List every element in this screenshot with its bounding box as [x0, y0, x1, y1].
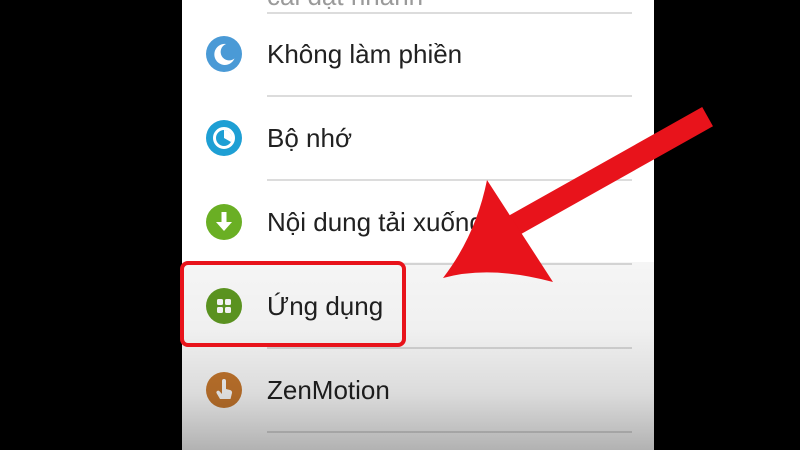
download-icon — [206, 204, 242, 240]
settings-item-downloads[interactable]: Nội dung tải xuống — [182, 180, 654, 264]
settings-item-do-not-disturb[interactable]: Không làm phiền — [182, 12, 654, 96]
settings-item-storage[interactable]: Bộ nhớ — [182, 96, 654, 180]
partial-top-item-label: cài đặt nhanh — [267, 0, 423, 12]
settings-screen: cài đặt nhanh Không làm phiền Bộ nhớ Nội… — [182, 0, 654, 450]
settings-item-label: Không làm phiền — [267, 39, 463, 69]
divider — [267, 431, 632, 433]
settings-item-zenmotion[interactable]: ZenMotion — [182, 348, 654, 432]
settings-item-label: ZenMotion — [267, 375, 390, 405]
settings-item-label: Nội dung tải xuống — [267, 207, 484, 237]
storage-pie-icon — [206, 120, 242, 156]
settings-item-label: Bộ nhớ — [267, 123, 352, 153]
touch-gesture-icon — [206, 372, 242, 408]
moon-icon — [206, 36, 242, 72]
highlight-box — [180, 261, 406, 347]
